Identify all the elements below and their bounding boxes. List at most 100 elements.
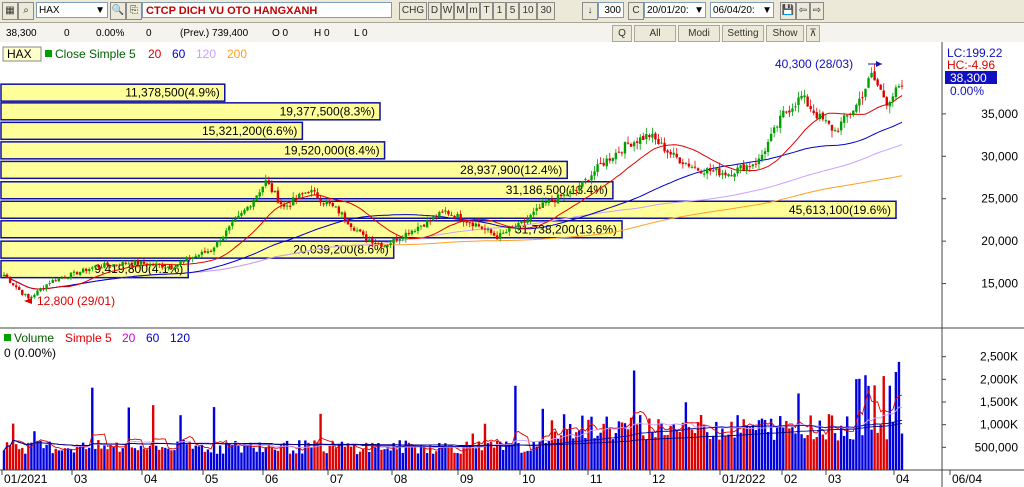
candle-body xyxy=(724,172,727,176)
candle-body xyxy=(876,79,879,86)
volume-bar xyxy=(261,452,264,470)
volume-bar xyxy=(94,448,97,470)
volume-bar xyxy=(164,447,167,470)
volume-bar xyxy=(161,447,164,470)
period-button-5[interactable]: 5 xyxy=(506,2,519,20)
candle-body xyxy=(581,180,584,187)
candle-body xyxy=(769,133,773,142)
volume-bar xyxy=(78,445,82,470)
volume-profile-label: 28,937,900(12.4%) xyxy=(460,163,562,177)
date-to-input[interactable]: 06/04/20: ▼ xyxy=(710,2,774,18)
show-button[interactable]: Show xyxy=(766,25,804,42)
candle-body xyxy=(270,183,274,193)
candle-body xyxy=(818,113,822,120)
x-tick-label: 03 xyxy=(74,472,88,486)
volume-bar xyxy=(18,449,21,470)
candle-body xyxy=(45,284,48,289)
candle-body xyxy=(678,157,681,164)
prev-close: (Prev.) 739,400 xyxy=(180,28,249,39)
volume-bar xyxy=(730,421,733,470)
volume-bar xyxy=(170,450,173,470)
candle-body xyxy=(672,152,675,155)
candle-body xyxy=(48,283,51,285)
candle-body xyxy=(100,267,103,269)
volume-bar xyxy=(715,421,718,470)
symbol-input[interactable]: HAX ▼ xyxy=(36,2,108,18)
volume-bar xyxy=(709,438,712,470)
ma-period-20: 20 xyxy=(148,47,162,61)
zoom-icon[interactable]: 🔍 xyxy=(110,2,126,20)
candle-body xyxy=(639,137,642,144)
chg-button[interactable]: CHG xyxy=(399,2,427,20)
c-button[interactable]: C xyxy=(628,2,644,20)
back-arrow-icon[interactable]: ⇦ xyxy=(796,2,810,20)
candle-body xyxy=(712,170,715,172)
volume-bar xyxy=(821,434,825,470)
candle-body xyxy=(505,232,508,234)
save-icon[interactable]: 💾 xyxy=(780,2,796,20)
volume-bar xyxy=(846,416,849,470)
candle-body xyxy=(42,288,45,290)
period-button-M[interactable]: M xyxy=(454,2,467,20)
candle-body xyxy=(164,267,167,269)
forward-arrow-icon[interactable]: ⇨ xyxy=(810,2,824,20)
candle-body xyxy=(830,124,834,131)
grid-icon[interactable]: ▦ xyxy=(2,2,18,20)
volume-bar xyxy=(858,378,861,470)
candle-body xyxy=(614,152,618,160)
all-button[interactable]: All xyxy=(634,25,676,42)
search-icon[interactable]: ⌕ xyxy=(18,2,34,20)
arrow-down-icon[interactable]: ↓ xyxy=(582,2,598,20)
volume-bar xyxy=(215,453,219,470)
candle-body xyxy=(410,230,414,234)
modi-button[interactable]: Modi xyxy=(678,25,720,42)
candle-body xyxy=(167,266,170,268)
copy-icon[interactable]: ⎘ xyxy=(126,2,142,20)
candle-body xyxy=(139,261,143,265)
volume-bar xyxy=(623,423,627,470)
period-button-1[interactable]: 1 xyxy=(493,2,506,20)
period-button-T[interactable]: T xyxy=(480,2,493,20)
candle-body xyxy=(882,90,885,98)
period-button-W[interactable]: W xyxy=(441,2,454,20)
candle-body xyxy=(179,261,182,265)
candle-body xyxy=(24,294,27,296)
candle-body xyxy=(775,126,779,128)
candle-body xyxy=(352,227,356,231)
candle-body xyxy=(316,192,319,199)
stock-chart[interactable]: 11,378,500(4.9%) 19,377,500(8.3%) 15,321,2… xyxy=(0,42,1024,487)
candle-body xyxy=(91,267,94,269)
volume-bar xyxy=(483,423,487,470)
candle-body xyxy=(151,264,155,266)
low-value: L 0 xyxy=(354,28,368,39)
volume-bar xyxy=(824,439,828,470)
setting-button[interactable]: Setting xyxy=(722,25,764,42)
candle-body xyxy=(575,190,578,192)
candle-body xyxy=(590,175,593,181)
candle-body xyxy=(608,158,611,161)
volume-bar xyxy=(879,424,882,470)
date-from-input[interactable]: 20/01/20: ▼ xyxy=(644,2,706,18)
bar-count-input[interactable]: 300 xyxy=(598,2,624,18)
q-button[interactable]: Q xyxy=(612,25,632,42)
date-to-value: 06/04/20: xyxy=(713,5,755,16)
volume-bar xyxy=(57,450,60,470)
period-button-30[interactable]: 30 xyxy=(537,2,555,20)
candle-body xyxy=(547,199,551,203)
candle-body xyxy=(849,113,852,115)
period-button-D[interactable]: D xyxy=(428,2,441,20)
candle-body xyxy=(407,232,411,235)
volume-bar xyxy=(42,448,45,470)
candle-body xyxy=(797,97,800,106)
candle-body xyxy=(63,277,67,279)
volume-bar xyxy=(450,447,453,470)
candle-body xyxy=(425,220,429,228)
chevron-down-icon: ▼ xyxy=(95,5,105,16)
volume-ma-period-20: 20 xyxy=(122,331,136,345)
volume-bar xyxy=(142,448,146,470)
period-button-m[interactable]: m xyxy=(467,2,480,20)
pin-icon[interactable]: ⊼ xyxy=(806,25,820,42)
period-button-10[interactable]: 10 xyxy=(519,2,537,20)
candle-body xyxy=(620,152,624,154)
volume-bar xyxy=(754,429,758,470)
